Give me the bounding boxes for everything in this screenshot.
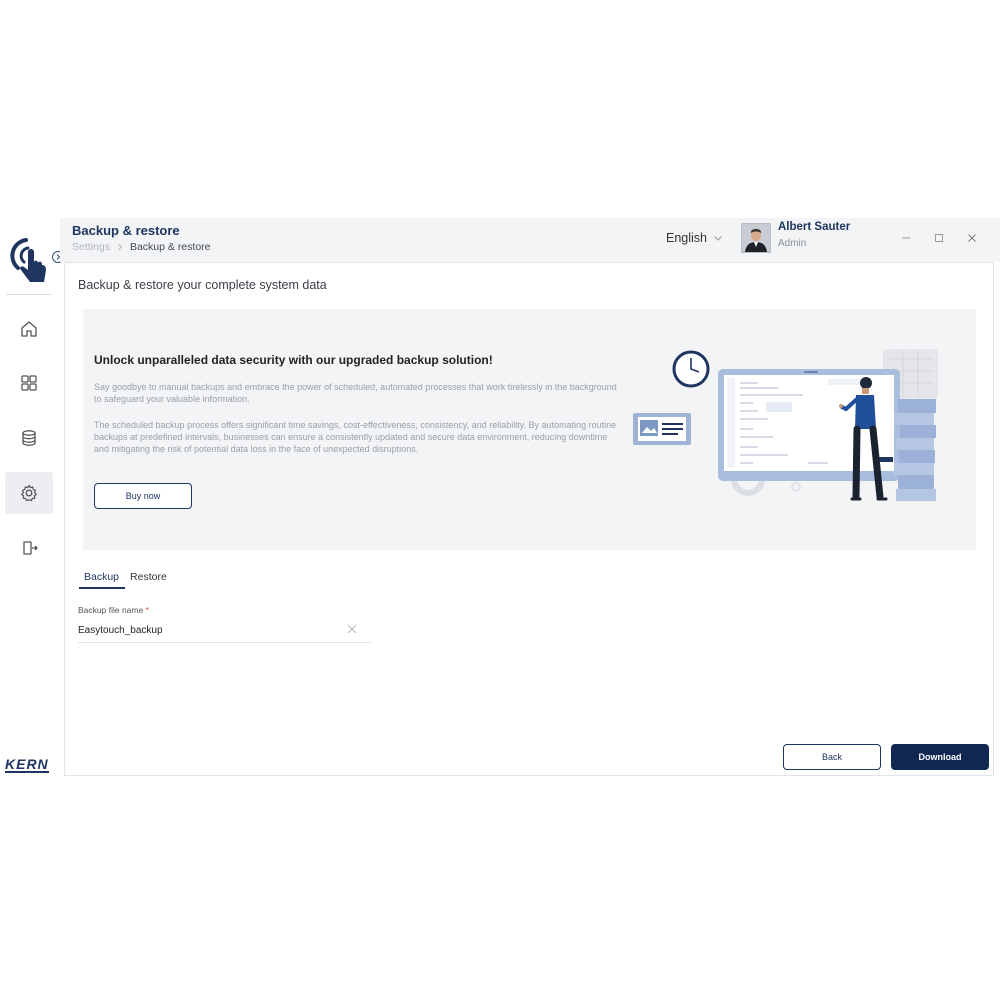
buy-now-button[interactable]: Buy now [94,483,192,509]
maximize-button[interactable] [931,230,947,246]
close-button[interactable] [964,230,980,246]
database-icon [22,430,36,446]
required-mark: * [145,605,149,615]
backup-illustration [633,349,938,501]
gear-icon [21,484,37,502]
chevron-right-icon [118,243,123,251]
language-selector[interactable]: English [666,231,723,245]
header-bar: Backup & restore Settings Backup & resto… [60,218,1000,262]
logout-icon [23,541,38,555]
sidebar-item-database[interactable] [5,417,53,459]
sidebar-item-home[interactable] [5,308,53,350]
promo-paragraph-1: Say goodbye to manual backups and embrac… [94,382,617,404]
section-title: Backup & restore your complete system da… [78,278,327,292]
kern-brand-logo: KERN [5,756,49,773]
app-window: KERN Backup & restore Settings Backup & … [0,218,1000,781]
minimize-icon [902,237,910,239]
home-icon [21,321,37,337]
clear-input-icon[interactable] [346,623,358,635]
user-name: Albert Sauter [778,221,851,233]
sidebar-item-logout[interactable] [5,527,53,569]
field-label-text: Backup file name [78,605,144,615]
sidebar-item-settings[interactable] [5,472,53,514]
breadcrumb-parent[interactable]: Settings [72,241,110,253]
maximize-icon [935,234,943,242]
dashboard-grid-icon [21,375,37,391]
promo-paragraph-2: The scheduled backup process offers sign… [94,420,617,454]
backup-file-name-label: Backup file name * [78,605,149,615]
minimize-button[interactable] [898,230,914,246]
user-role: Admin [778,238,807,249]
user-photo [742,224,770,252]
breadcrumb: Settings Backup & restore [72,241,211,253]
download-button[interactable]: Download [891,744,989,770]
close-icon [968,234,976,242]
back-button[interactable]: Back [783,744,881,770]
promo-banner: Unlock unparalleled data security with o… [83,309,976,550]
sidebar-divider [6,294,52,295]
breadcrumb-current: Backup & restore [129,241,211,253]
language-label: English [666,231,707,245]
tab-restore[interactable]: Restore [125,571,173,589]
sidebar: KERN [0,218,64,781]
sidebar-item-dashboard[interactable] [5,362,53,404]
avatar[interactable] [741,223,771,253]
touch-hand-logo [10,238,46,282]
tab-backup[interactable]: Backup [79,571,126,589]
chevron-down-icon [714,236,722,241]
backup-restore-tabs: Backup Restore [79,571,173,589]
promo-heading: Unlock unparalleled data security with o… [94,353,493,367]
main-panel: Backup & restore your complete system da… [64,262,994,776]
page-title: Backup & restore [72,223,180,238]
backup-file-name-input[interactable] [78,619,371,643]
